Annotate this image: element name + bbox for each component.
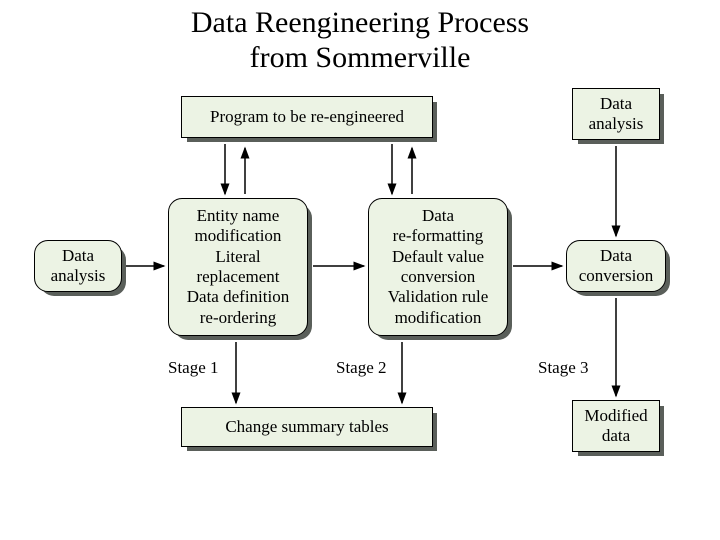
node-stage1-box: Entity name modification Literal replace…	[168, 198, 308, 336]
label-stage1: Stage 1	[168, 358, 219, 378]
title-line-1: Data Reengineering Process	[191, 6, 529, 39]
node-data-analysis-top: Data analysis	[572, 88, 660, 140]
node-modified-data: Modified data	[572, 400, 660, 452]
node-data-analysis-left: Data analysis	[34, 240, 122, 292]
node-modified-data-label: Modified data	[584, 406, 647, 447]
label-stage3: Stage 3	[538, 358, 589, 378]
node-data-conversion-label: Data conversion	[579, 246, 654, 287]
title-line-2: from Sommerville	[250, 41, 471, 74]
node-change-summary: Change summary tables	[181, 407, 433, 447]
node-data-conversion: Data conversion	[566, 240, 666, 292]
node-program-label: Program to be re-engineered	[210, 107, 404, 127]
node-program: Program to be re-engineered	[181, 96, 433, 138]
node-data-analysis-left-label: Data analysis	[51, 246, 106, 287]
diagram-title: Data Reengineering Process from Sommervi…	[0, 0, 720, 75]
node-change-summary-label: Change summary tables	[225, 417, 388, 437]
node-stage1-label: Entity name modification Literal replace…	[187, 206, 289, 328]
node-data-analysis-top-label: Data analysis	[589, 94, 644, 135]
node-stage2-box: Data re-formatting Default value convers…	[368, 198, 508, 336]
node-stage2-label: Data re-formatting Default value convers…	[388, 206, 489, 328]
label-stage2: Stage 2	[336, 358, 387, 378]
